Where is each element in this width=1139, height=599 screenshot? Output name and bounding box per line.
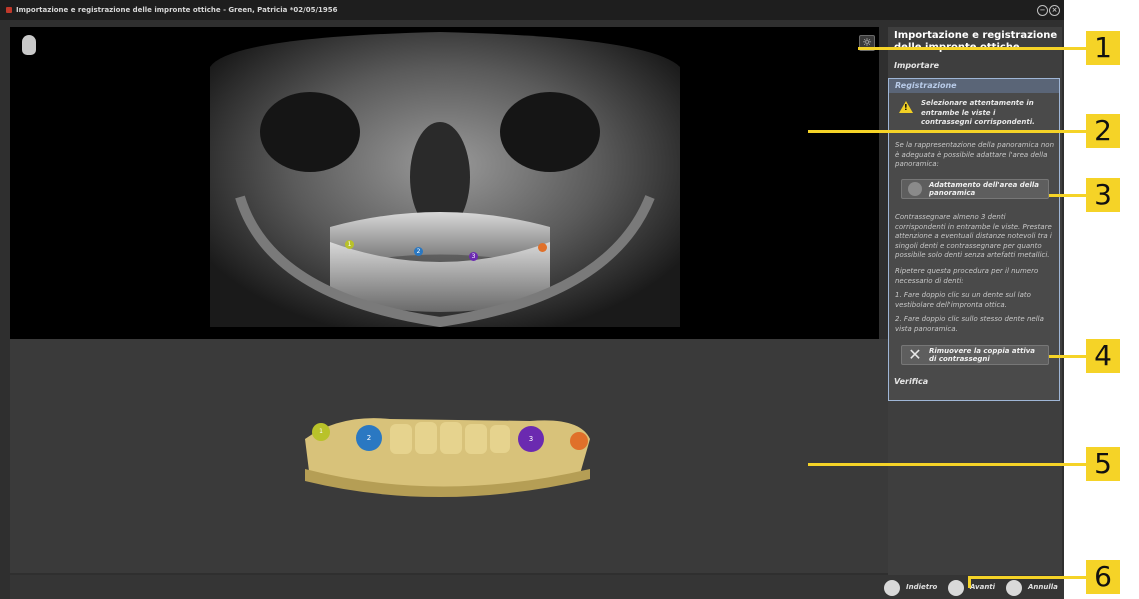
app-logo-icon xyxy=(6,7,12,13)
callout-line-6 xyxy=(968,576,1086,579)
step-1-text: 1. Fare doppio clic su un dente sul lato… xyxy=(895,291,1031,309)
remove-marker-pair-button[interactable]: ✕ Rimuovere la coppia attiva di contrass… xyxy=(901,345,1049,365)
optical-impression-3d-view[interactable]: 1 2 3 xyxy=(10,339,888,573)
dental-model-image xyxy=(305,418,590,498)
callout-2: 2 xyxy=(1086,114,1120,148)
xray-marker-3[interactable]: 3 xyxy=(469,252,478,261)
panoramic-xray-view[interactable]: ☼ 1 2 3 xyxy=(10,27,879,339)
window-title: Importazione e registrazione delle impro… xyxy=(16,6,338,14)
panoramic-hint-text: Se la rappresentazione della panoramica … xyxy=(895,141,1055,168)
xray-marker-4[interactable] xyxy=(538,243,547,252)
callout-line-3 xyxy=(1049,194,1086,197)
callout-6: 6 xyxy=(1086,560,1120,594)
cancel-icon xyxy=(1006,580,1022,596)
callout-5: 5 xyxy=(1086,447,1120,481)
application-window: Importazione e registrazione delle impro… xyxy=(0,0,1064,599)
model-marker-4[interactable] xyxy=(570,432,588,450)
chevron-left-icon xyxy=(884,580,900,596)
warning-icon: ! xyxy=(899,101,913,113)
warning-text: Selezionare attentamente in entrambe le … xyxy=(921,99,1035,126)
remove-marker-pair-label: Rimuovere la coppia attiva di contrasseg… xyxy=(929,347,1036,363)
xray-marker-2[interactable]: 2 xyxy=(414,247,423,256)
section-verify[interactable]: Verifica xyxy=(888,375,1062,389)
minimize-icon[interactable]: − xyxy=(1037,5,1048,16)
registration-section: Registrazione ! Selezionare attentamente… xyxy=(888,78,1060,401)
section-import[interactable]: Importare xyxy=(888,59,1062,73)
callout-line-1 xyxy=(858,47,1086,50)
back-label: Indietro xyxy=(906,583,938,591)
model-marker-1[interactable]: 1 xyxy=(312,423,330,441)
callout-4: 4 xyxy=(1086,339,1120,373)
section-registration[interactable]: Registrazione xyxy=(889,79,1059,93)
callout-3: 3 xyxy=(1086,178,1120,212)
cancel-label: Annulla xyxy=(1028,583,1058,591)
repeat-text: Ripetere questa procedura per il numero … xyxy=(895,267,1039,285)
title-bar: Importazione e registrazione delle impro… xyxy=(0,0,1064,20)
callout-line-4 xyxy=(1049,355,1086,358)
model-marker-3[interactable]: 3 xyxy=(518,426,544,452)
adapt-panoramic-label: Adattamento dell'area della panoramica xyxy=(929,181,1040,197)
callout-line-6-stem xyxy=(968,576,971,588)
panoramic-curve-icon xyxy=(908,182,922,196)
model-marker-2[interactable]: 2 xyxy=(356,425,382,451)
panoramic-xray-image xyxy=(210,32,680,328)
xray-marker-1[interactable]: 1 xyxy=(345,240,354,249)
callout-1: 1 xyxy=(1086,31,1120,65)
chevron-right-icon xyxy=(948,580,964,596)
panel-title: Importazione e registrazione delle impro… xyxy=(894,30,1058,53)
workflow-panel: Importazione e registrazione delle impro… xyxy=(888,27,1062,599)
step-2-text: 2. Fare doppio clic sullo stesso dente n… xyxy=(895,315,1044,333)
head-orientation-icon[interactable] xyxy=(22,35,36,55)
callout-line-5 xyxy=(808,463,1086,466)
next-label: Avanti xyxy=(970,583,996,591)
close-icon[interactable]: × xyxy=(1049,5,1060,16)
adapt-panoramic-button[interactable]: Adattamento dell'area della panoramica xyxy=(901,179,1049,199)
callout-line-2 xyxy=(808,130,1086,133)
remove-icon: ✕ xyxy=(908,345,922,364)
instructions-text: Contrassegnare almeno 3 denti corrispond… xyxy=(895,213,1052,259)
